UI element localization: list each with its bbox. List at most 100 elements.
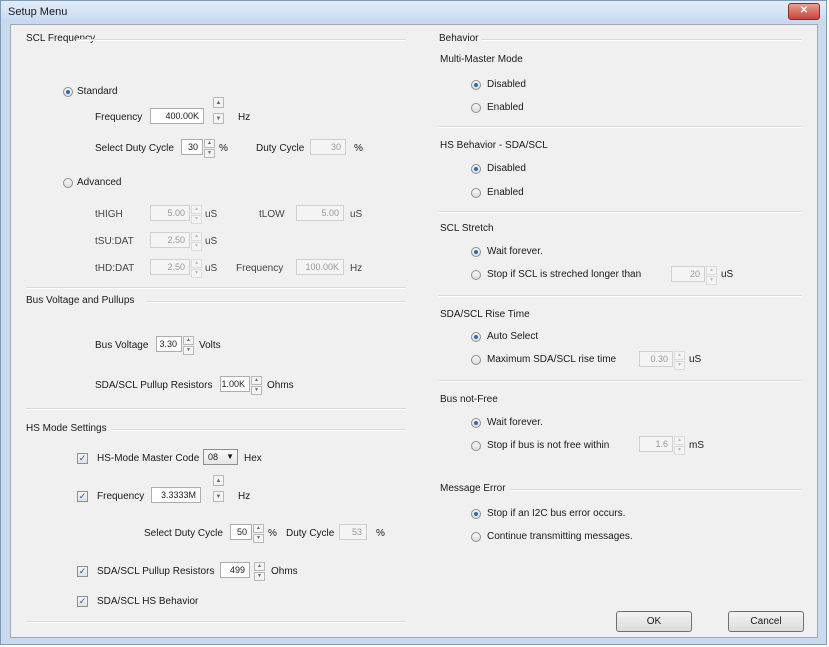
rise-time-max-label: Maximum SDA/SCL rise time (487, 354, 617, 365)
tlow-input[interactable]: 5.00 (296, 205, 344, 221)
spin-up-icon[interactable]: ▲ (254, 562, 265, 571)
thigh-input[interactable]: 5.00 (150, 205, 190, 221)
rise-time-auto-label: Auto Select (487, 331, 539, 342)
bus-voltage-input[interactable]: 3.30 (156, 336, 182, 352)
us-unit: uS (205, 263, 218, 274)
hs-pullup-input[interactable]: 499 (220, 562, 250, 578)
scl-stretch-input[interactable]: 20 (671, 266, 705, 282)
dialog-body: SCL Frequency Standard Frequency 400.00K… (10, 24, 818, 638)
bus-not-free-stop-radio[interactable] (471, 441, 481, 451)
master-code-checkbox[interactable]: ✓ (77, 453, 88, 464)
bus-not-free-input[interactable]: 1.6 (639, 436, 673, 452)
hs-duty-spinner[interactable]: ▲ ▼ (253, 524, 264, 543)
tsudat-input[interactable]: 2.50 (150, 232, 190, 248)
hs-frequency-input[interactable]: 3.3333M (151, 487, 201, 503)
spin-up-icon[interactable]: ▲ (183, 336, 194, 345)
hz-unit: Hz (350, 263, 363, 274)
percent-unit: % (268, 528, 277, 539)
hz-unit: Hz (238, 491, 251, 502)
tsudat-spinner[interactable]: ▲ ▼ (191, 232, 202, 251)
thddat-label: tHD:DAT (95, 263, 135, 274)
ohms-unit: Ohms (271, 566, 298, 577)
spin-down-icon[interactable]: ▼ (183, 346, 194, 355)
multi-master-enabled-radio[interactable] (471, 103, 481, 113)
adv-frequency-input[interactable]: 100.00K (296, 259, 344, 275)
spin-up-icon[interactable]: ▲ (253, 524, 264, 533)
spin-up-icon[interactable]: ▲ (191, 205, 202, 214)
spin-down-icon[interactable]: ▼ (213, 491, 224, 502)
standard-radio[interactable] (63, 87, 73, 97)
rise-time-spinner[interactable]: ▲ ▼ (674, 351, 685, 370)
spin-up-icon[interactable]: ▲ (191, 259, 202, 268)
rise-time-max-radio[interactable] (471, 355, 481, 365)
pullup-spinner[interactable]: ▲ ▼ (251, 376, 262, 395)
bus-not-free-spinner[interactable]: ▲ ▼ (674, 436, 685, 455)
rise-time-input[interactable]: 0.30 (639, 351, 673, 367)
hs-mode-title: HS Mode Settings (26, 423, 107, 434)
rise-time-auto-radio[interactable] (471, 332, 481, 342)
hs-pullup-checkbox[interactable]: ✓ (77, 566, 88, 577)
spin-down-icon[interactable]: ▼ (191, 215, 202, 224)
frequency-spinner[interactable]: ▲ ▼ (213, 97, 224, 124)
spin-up-icon[interactable]: ▲ (191, 232, 202, 241)
scl-stretch-stop-radio[interactable] (471, 270, 481, 280)
cancel-button[interactable]: Cancel (728, 611, 804, 632)
spin-up-icon[interactable]: ▲ (213, 97, 224, 108)
hs-behavior-disabled-label: Disabled (487, 163, 526, 174)
spin-down-icon[interactable]: ▼ (251, 386, 262, 395)
scl-stretch-wait-radio[interactable] (471, 247, 481, 257)
spin-down-icon[interactable]: ▼ (674, 446, 685, 455)
hs-duty-select-input[interactable]: 50 (230, 524, 252, 540)
spin-down-icon[interactable]: ▼ (674, 361, 685, 370)
spin-down-icon[interactable]: ▼ (253, 534, 264, 543)
spin-down-icon[interactable]: ▼ (254, 572, 265, 581)
hs-pullup-spinner[interactable]: ▲ ▼ (254, 562, 265, 581)
thddat-input[interactable]: 2.50 (150, 259, 190, 275)
spin-down-icon[interactable]: ▼ (191, 269, 202, 278)
spin-down-icon[interactable]: ▼ (204, 149, 215, 158)
us-unit: uS (350, 209, 363, 220)
hs-frequency-spinner[interactable]: ▲ ▼ (213, 475, 224, 502)
standard-label: Standard (77, 86, 118, 97)
pullup-input[interactable]: 1.00K (220, 376, 250, 392)
us-unit: uS (205, 236, 218, 247)
hs-behavior-checkbox[interactable]: ✓ (77, 596, 88, 607)
hs-behavior-enabled-radio[interactable] (471, 188, 481, 198)
advanced-radio[interactable] (63, 178, 73, 188)
hs-behavior-disabled-radio[interactable] (471, 164, 481, 174)
hs-behavior-label: SDA/SCL HS Behavior (97, 596, 199, 607)
hs-frequency-checkbox[interactable]: ✓ (77, 491, 88, 502)
spin-up-icon[interactable]: ▲ (213, 475, 224, 486)
spin-down-icon[interactable]: ▼ (213, 113, 224, 124)
divider (76, 39, 406, 41)
spin-up-icon[interactable]: ▲ (674, 436, 685, 445)
bus-voltage-spinner[interactable]: ▲ ▼ (183, 336, 194, 355)
message-error-stop-radio[interactable] (471, 509, 481, 519)
hs-select-duty-label: Select Duty Cycle (144, 528, 223, 539)
master-code-select[interactable]: 08 ▼ (203, 449, 238, 465)
multi-master-disabled-radio[interactable] (471, 80, 481, 90)
message-error-continue-radio[interactable] (471, 532, 481, 542)
spin-up-icon[interactable]: ▲ (251, 376, 262, 385)
master-code-label: HS-Mode Master Code (97, 453, 200, 464)
select-duty-cycle-label: Select Duty Cycle (95, 143, 174, 154)
spin-up-icon[interactable]: ▲ (204, 139, 215, 148)
bus-not-free-wait-radio[interactable] (471, 418, 481, 428)
divider (26, 621, 406, 623)
thigh-spinner[interactable]: ▲ ▼ (191, 205, 202, 224)
duty-cycle-select-input[interactable]: 30 (181, 139, 203, 155)
close-button[interactable]: ✕ (788, 3, 820, 20)
divider (439, 126, 801, 128)
spin-down-icon[interactable]: ▼ (191, 242, 202, 251)
spin-up-icon[interactable]: ▲ (706, 266, 717, 275)
ok-button[interactable]: OK (616, 611, 692, 632)
frequency-input[interactable]: 400.00K (150, 108, 204, 124)
scl-stretch-spinner[interactable]: ▲ ▼ (706, 266, 717, 285)
title-bar: Setup Menu ✕ (1, 1, 826, 23)
spin-up-icon[interactable]: ▲ (674, 351, 685, 360)
thddat-spinner[interactable]: ▲ ▼ (191, 259, 202, 278)
spin-down-icon[interactable]: ▼ (706, 276, 717, 285)
pullup-label: SDA/SCL Pullup Resistors (95, 380, 213, 391)
duty-cycle-spinner[interactable]: ▲ ▼ (204, 139, 215, 158)
bus-voltage-label: Bus Voltage (95, 340, 149, 351)
